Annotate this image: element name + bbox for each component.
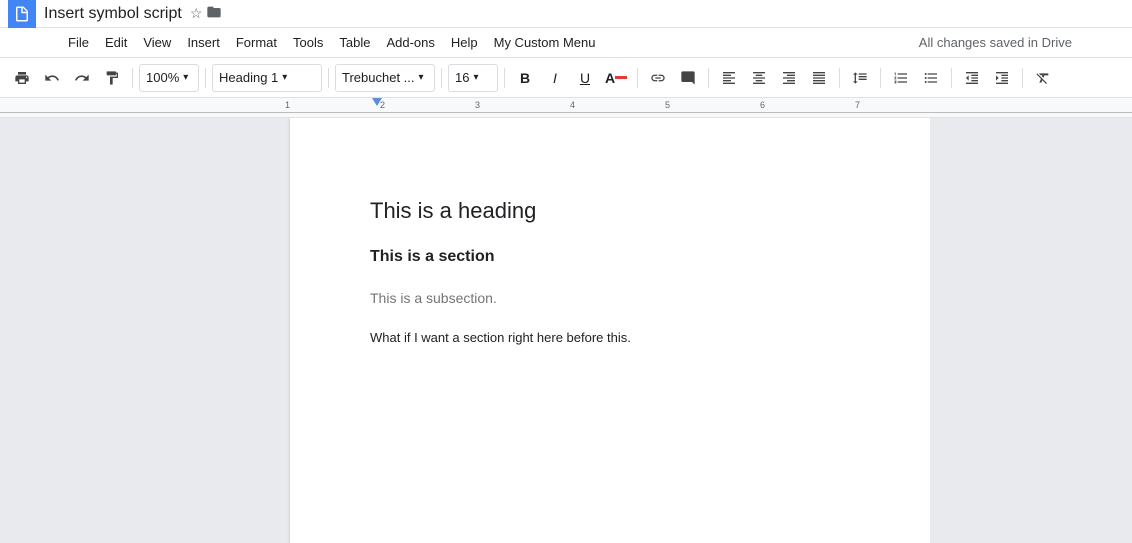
link-button[interactable] <box>644 64 672 92</box>
align-right-button[interactable] <box>775 64 803 92</box>
document-heading: This is a heading <box>370 198 850 224</box>
justify-button[interactable] <box>805 64 833 92</box>
menu-help[interactable]: Help <box>443 31 486 54</box>
font-arrow: ▾ <box>419 72 424 83</box>
align-center-button[interactable] <box>745 64 773 92</box>
title-bar: Insert symbol script ☆ <box>0 0 1132 28</box>
right-margin <box>930 118 1132 543</box>
italic-button[interactable]: I <box>541 64 569 92</box>
document-body: What if I want a section right here befo… <box>370 330 850 345</box>
menu-file[interactable]: File <box>60 31 97 54</box>
separator-6 <box>637 68 638 88</box>
clear-formatting-button[interactable] <box>1029 64 1057 92</box>
separator-11 <box>1022 68 1023 88</box>
bullet-list-button[interactable] <box>917 64 945 92</box>
separator-9 <box>880 68 881 88</box>
zoom-select[interactable]: 100% ▾ <box>139 64 199 92</box>
document-section: This is a section <box>370 248 850 266</box>
menu-tools[interactable]: Tools <box>285 31 331 54</box>
document-title: Insert symbol script <box>44 5 182 23</box>
separator-1 <box>132 68 133 88</box>
separator-3 <box>328 68 329 88</box>
separator-8 <box>839 68 840 88</box>
undo-button[interactable] <box>38 64 66 92</box>
document-subsection: This is a subsection. <box>370 290 850 306</box>
document-area: This is a heading This is a section This… <box>0 118 1132 543</box>
document-page: This is a heading This is a section This… <box>290 118 930 543</box>
align-left-button[interactable] <box>715 64 743 92</box>
menu-custom[interactable]: My Custom Menu <box>486 31 604 54</box>
comment-button[interactable] <box>674 64 702 92</box>
underline-button[interactable]: U <box>571 64 599 92</box>
menu-bar: File Edit View Insert Format Tools Table… <box>0 28 1132 58</box>
folder-icon[interactable] <box>206 4 222 23</box>
print-button[interactable] <box>8 64 36 92</box>
ruler: 1 2 3 4 5 6 7 <box>0 98 1132 118</box>
zoom-arrow: ▾ <box>183 72 188 83</box>
redo-button[interactable] <box>68 64 96 92</box>
font-select[interactable]: Trebuchet ... ▾ <box>335 64 435 92</box>
toolbar: 100% ▾ Heading 1 ▾ Trebuchet ... ▾ 16 ▾ … <box>0 58 1132 98</box>
font-size-select[interactable]: 16 ▾ <box>448 64 498 92</box>
decrease-indent-button[interactable] <box>958 64 986 92</box>
text-color-button[interactable]: A <box>601 64 631 92</box>
bold-button[interactable]: B <box>511 64 539 92</box>
menu-addons[interactable]: Add-ons <box>378 31 442 54</box>
separator-4 <box>441 68 442 88</box>
app-icon <box>8 0 36 28</box>
menu-view[interactable]: View <box>135 31 179 54</box>
separator-5 <box>504 68 505 88</box>
menu-table[interactable]: Table <box>331 31 378 54</box>
star-icon[interactable]: ☆ <box>190 5 203 22</box>
increase-indent-button[interactable] <box>988 64 1016 92</box>
line-spacing-button[interactable] <box>846 64 874 92</box>
format-paint-button[interactable] <box>98 64 126 92</box>
separator-2 <box>205 68 206 88</box>
style-select[interactable]: Heading 1 ▾ <box>212 64 322 92</box>
separator-10 <box>951 68 952 88</box>
size-arrow: ▾ <box>473 72 478 83</box>
left-margin <box>0 118 290 543</box>
menu-edit[interactable]: Edit <box>97 31 135 54</box>
numbered-list-button[interactable] <box>887 64 915 92</box>
menu-insert[interactable]: Insert <box>179 31 228 54</box>
style-arrow: ▾ <box>282 72 287 83</box>
save-status: All changes saved in Drive <box>919 35 1072 50</box>
separator-7 <box>708 68 709 88</box>
menu-format[interactable]: Format <box>228 31 285 54</box>
